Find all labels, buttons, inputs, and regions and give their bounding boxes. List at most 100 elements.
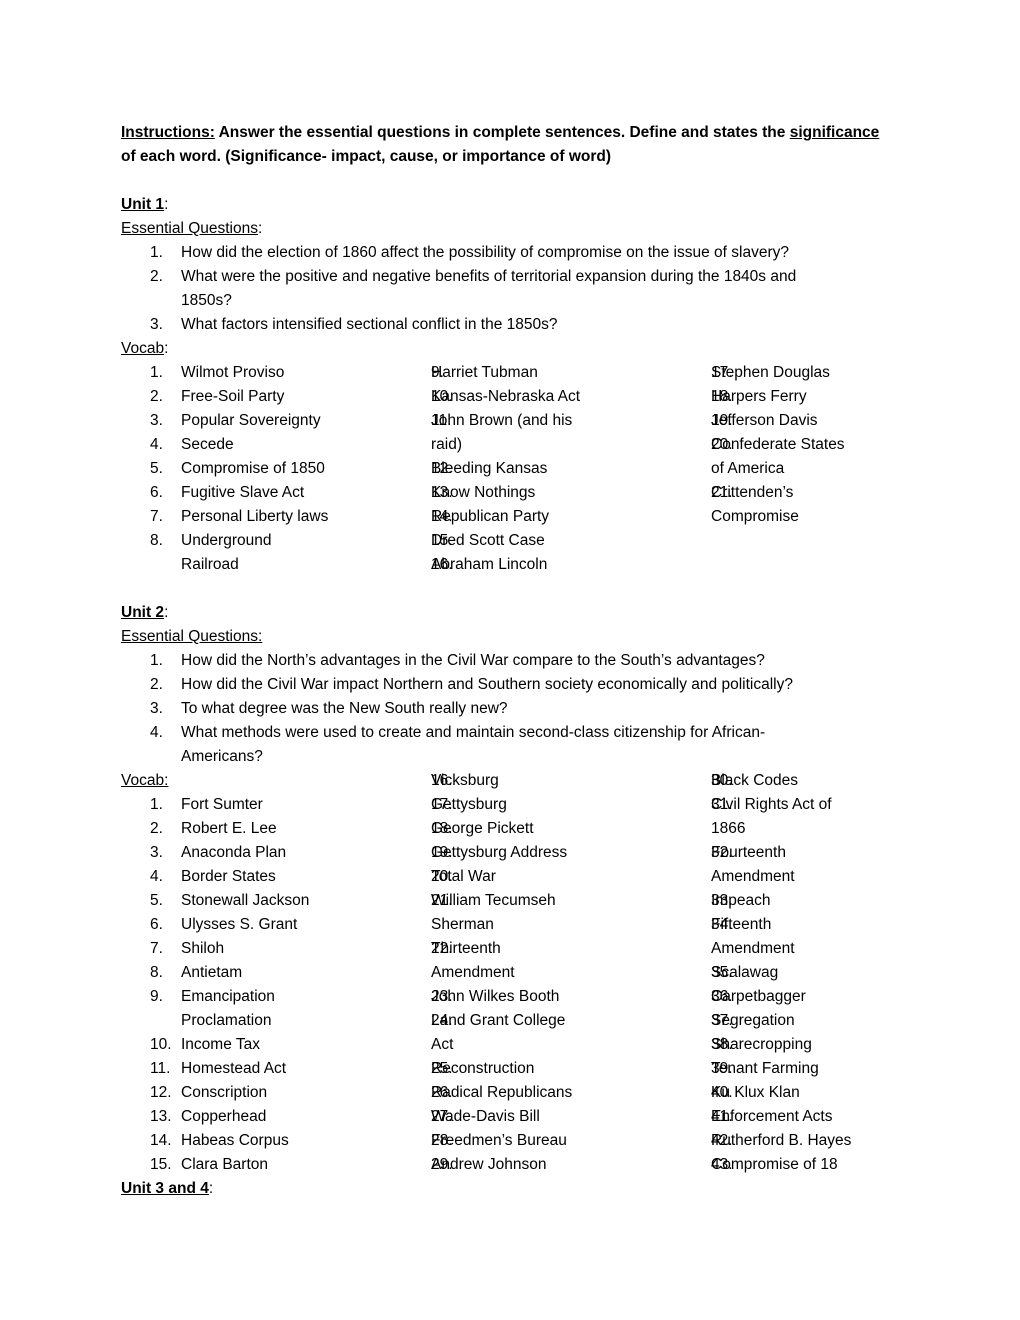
vocab-item-number: 41. [711,1108,733,1125]
vocab-item-number: 36. [711,988,733,1005]
vocab-item: 41. Enforcement Acts [681,1105,921,1129]
vocab-item-number: 38. [711,1036,733,1053]
question-item-number: 2. [150,676,163,693]
unit2-eq-label: Essential Questions: [121,628,263,645]
vocab-item: 40. Ku Klux Klan [681,1081,921,1105]
vocab-item-number: 7. [150,940,163,957]
vocab-item-number: 2. [150,820,163,837]
vocab-item: 2. Robert E. Lee [121,817,361,841]
vocab-item: 12. Bleeding Kansas [401,457,641,481]
instructions-text-cont: of each word. (Significance- impact, cau… [121,148,612,165]
vocab-item: 15. Clara Barton [121,1153,361,1177]
vocab-item: 7. Shiloh [121,937,361,961]
vocab-item: 17. Stephen Douglas [681,361,921,385]
vocab-item-number: 26. [431,1084,453,1101]
vocab-item: 21. Crittenden’s [681,481,921,505]
vocab-item-number: 18. [711,388,733,405]
vocab-item-text: Antietam [181,964,243,981]
vocab-item: 11. John Brown (and his [401,409,641,433]
vocab-item-text: Emancipation [181,988,275,1005]
question-item-text: What were the positive and negative bene… [181,268,797,285]
vocab-item: 3. Popular Sovereignty [121,409,361,433]
unit1-title: Unit 1 [121,196,165,213]
vocab-item: 7. Personal Liberty laws [121,505,361,529]
vocab-item-number: 4. [150,868,163,885]
vocab-item: 27. Wade-Davis Bill [401,1105,641,1129]
vocab-item-number: 22. [431,940,453,957]
question-item: 3. What factors intensified sectional con… [121,313,901,337]
instructions: Instructions: Answer the essential quest… [121,121,901,169]
vocab-item-text: of America [711,460,785,477]
vocab-item-number: 19. [431,844,453,861]
vocab-item-number: 13. [150,1108,172,1125]
question-item-text: How did the election of 1860 affect the … [181,244,789,261]
vocab-item: 25. Reconstruction [401,1057,641,1081]
unit1-vocab-label: Vocab [121,340,165,357]
vocab-item: 42. Rutherford B. Hayes [681,1129,921,1153]
vocab-item-text: Amendment [431,964,515,981]
question-item-text: To what degree was the New South really … [181,700,508,717]
vocab-item-number: 1. [150,796,163,813]
significance-word: significance [789,124,880,141]
vocab-item-number: 10. [150,1036,172,1053]
vocab-item-text: Ulysses S. Grant [181,916,298,933]
vocab-item: 14. Habeas Corpus [121,1129,361,1153]
vocab-item-number: 17. [711,364,733,381]
vocab-item: 18. George Pickett [401,817,641,841]
vocab-item: 17. Gettysburg [401,793,641,817]
vocab-item-number: 37. [711,1012,733,1029]
vocab-item-number: 32. [711,844,733,861]
vocab-item-text: Fugitive Slave Act [181,484,305,501]
unit1-vocab-list: 1. Wilmot Proviso 2. Free-Soil Party 3. Popul… [121,361,901,577]
vocab-item-text: Stonewall Jackson [181,892,310,909]
vocab-item-number: 12. [431,460,453,477]
unit2-vocab-col3: 30. Black Codes 31. Civil Rights Act of 1866… [681,769,921,1177]
vocab-item-number: 15. [150,1156,172,1173]
vocab-item-number: 15. [431,532,453,549]
unit2-vocab-col1: 1. Fort Sumter 2. Robert E. Lee 3. Anaconda P… [121,793,361,1177]
vocab-item-text: raid) [431,436,463,453]
vocab-item-text: Copperhead [181,1108,267,1125]
question-item: 1850s? [121,289,901,313]
unit2-vocab-col2: 16. Vicksburg 17. Gettysburg 18. George Picke… [401,769,641,1177]
vocab-item: 16. Vicksburg [401,769,641,793]
vocab-item: Act [401,1033,641,1057]
vocab-item: 20. Confederate States [681,433,921,457]
vocab-item: 10. Kansas-Nebraska Act [401,385,641,409]
vocab-item-number: 18. [431,820,453,837]
unit34-heading: Unit 3 and 4: [121,1177,901,1201]
vocab-item-text: Shiloh [181,940,225,957]
vocab-item-number: 5. [150,892,163,909]
vocab-item-text: Free-Soil Party [181,388,285,405]
vocab-item: Proclamation [121,1009,361,1033]
vocab-item-number: 31. [711,796,733,813]
vocab-item: 16. Abraham Lincoln [401,553,641,577]
vocab-item-number: 27. [431,1108,453,1125]
unit1-colon: : [164,196,169,213]
vocab-item: 32. Fourteenth [681,841,921,865]
vocab-item-text: Border States [181,868,276,885]
vocab-item-number: 8. [150,532,163,549]
vocab-item: Compromise [681,505,921,529]
vocab-item-number: 28. [431,1132,453,1149]
vocab-item: 24. Land Grant College [401,1009,641,1033]
vocab-item-text: Robert E. Lee [181,820,277,837]
vocab-item: 1. Wilmot Proviso [121,361,361,385]
vocab-item: 35. Scalawag [681,961,921,985]
vocab-item: 9. Harriet Tubman [401,361,641,385]
vocab-item: 33. Impeach [681,889,921,913]
unit2-heading: Unit 2: [121,601,901,625]
question-item-number: 3. [150,700,163,717]
vocab-item-text: Personal Liberty laws [181,508,329,525]
vocab-item-text: Habeas Corpus [181,1132,289,1149]
question-item-text: 1850s? [181,292,232,309]
vocab-item-number: 3. [150,844,163,861]
vocab-item: 1. Fort Sumter [121,793,361,817]
vocab-item: 13. Copperhead [121,1105,361,1129]
vocab-item: 37. Segregation [681,1009,921,1033]
unit1-vocab-heading: Vocab: [121,337,901,361]
question-item: Americans? [121,745,901,769]
vocab-item: 39. Tenant Farming [681,1057,921,1081]
vocab-item-number: 7. [150,508,163,525]
question-item-text: What methods were used to create and mai… [181,724,766,741]
